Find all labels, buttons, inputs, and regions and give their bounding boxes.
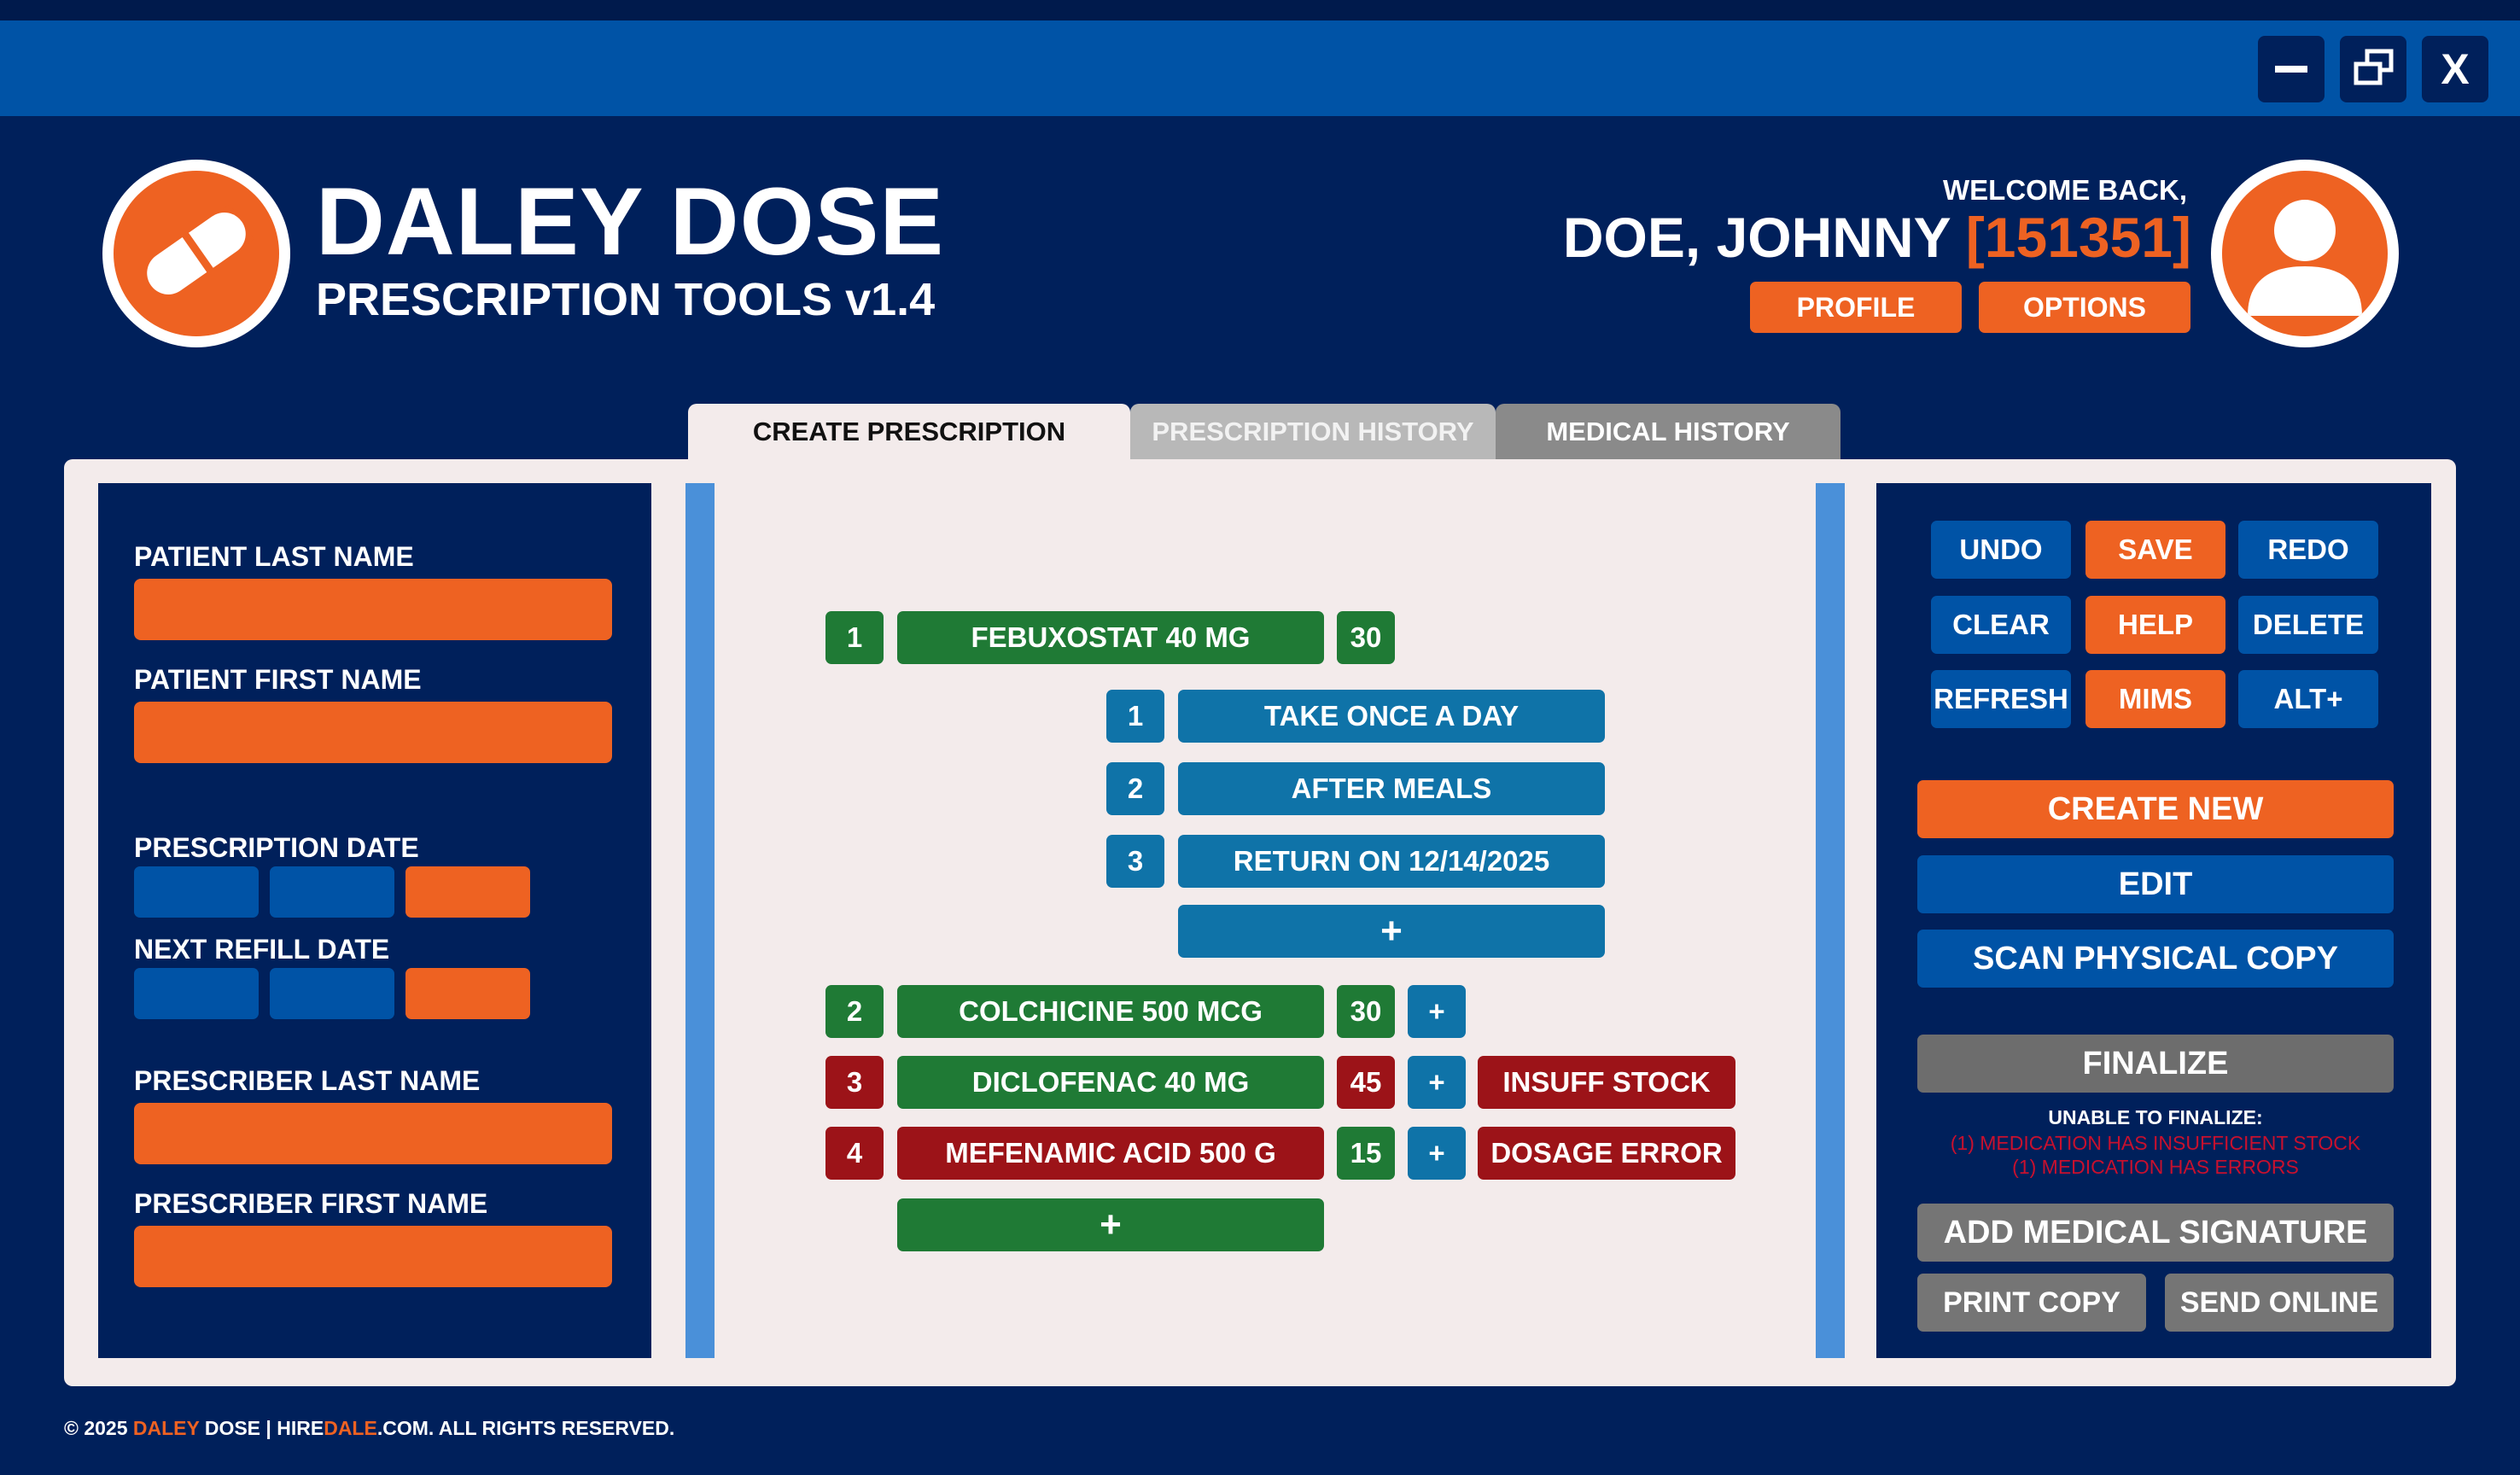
add-medication-button[interactable]: + <box>897 1198 1324 1251</box>
med-number: 2 <box>825 985 884 1038</box>
prescription-date-month[interactable] <box>134 866 259 918</box>
error-badge[interactable]: INSUFF STOCK <box>1478 1056 1735 1109</box>
med-number: 4 <box>825 1127 884 1180</box>
edit-button[interactable]: EDIT <box>1917 855 2394 913</box>
help-button[interactable]: HELP <box>2085 596 2225 654</box>
print-copy-button[interactable]: PRINT COPY <box>1917 1274 2146 1332</box>
restore-icon <box>2354 49 2394 85</box>
add-instruction-button[interactable]: + <box>1408 985 1466 1038</box>
refresh-button[interactable]: REFRESH <box>1931 670 2071 728</box>
save-button[interactable]: SAVE <box>2085 521 2225 579</box>
refill-date-month[interactable] <box>134 968 259 1019</box>
finalize-error-item: (1) MEDICATION HAS INSUFFICIENT STOCK <box>1950 1132 2361 1154</box>
next-refill-date-label: NEXT REFILL DATE <box>134 934 390 965</box>
instruction-text[interactable]: TAKE ONCE A DAY <box>1178 690 1605 743</box>
app-subtitle: PRESCRIPTION TOOLS v1.4 <box>316 274 936 325</box>
tab-medical-history[interactable]: MEDICAL HISTORY <box>1496 404 1840 460</box>
prescriber-last-name-label: PRESCRIBER LAST NAME <box>134 1065 481 1096</box>
finalize-button[interactable]: FINALIZE <box>1917 1035 2394 1093</box>
patient-last-name-label: PATIENT LAST NAME <box>134 541 414 572</box>
footer: © 2025 DALEY DOSE | HIREDALE.COM. ALL RI… <box>64 1417 674 1440</box>
user-name-text: DOE, JOHNNY <box>1562 206 1951 269</box>
patient-first-name-label: PATIENT FIRST NAME <box>134 664 422 695</box>
pill-icon <box>114 171 279 336</box>
refill-date-day[interactable] <box>270 968 394 1019</box>
med-name[interactable]: MEFENAMIC ACID 500 G <box>897 1127 1324 1180</box>
prescriber-first-name-label: PRESCRIBER FIRST NAME <box>134 1188 488 1219</box>
patient-first-name-field[interactable] <box>134 702 612 763</box>
add-instruction-button[interactable]: + <box>1178 905 1605 958</box>
close-button[interactable]: X <box>2422 36 2488 102</box>
prescriber-first-name-field[interactable] <box>134 1226 612 1287</box>
instruction-text[interactable]: RETURN ON 12/14/2025 <box>1178 835 1605 888</box>
prescription-date-label: PRESCRIPTION DATE <box>134 832 419 863</box>
patient-last-name-field[interactable] <box>134 579 612 640</box>
tab-create-prescription[interactable]: CREATE PRESCRIPTION <box>688 404 1130 460</box>
footer-brand-daley: DALEY <box>132 1417 200 1439</box>
profile-button[interactable]: PROFILE <box>1750 282 1962 333</box>
undo-button[interactable]: UNDO <box>1931 521 2071 579</box>
scan-physical-copy-button[interactable]: SCAN PHYSICAL COPY <box>1917 930 2394 988</box>
med-quantity[interactable]: 45 <box>1337 1056 1395 1109</box>
footer-rights: .COM. ALL RIGHTS RESERVED. <box>376 1417 675 1439</box>
minimize-button[interactable] <box>2258 36 2325 102</box>
med-name[interactable]: FEBUXOSTAT 40 MG <box>897 611 1324 664</box>
med-number: 1 <box>825 611 884 664</box>
restore-button[interactable] <box>2340 36 2406 102</box>
add-medical-signature-button[interactable]: ADD MEDICAL SIGNATURE <box>1917 1204 2394 1262</box>
redo-button[interactable]: REDO <box>2238 521 2378 579</box>
prescriber-last-name-field[interactable] <box>134 1103 612 1164</box>
instruction-number: 3 <box>1106 835 1164 888</box>
tab-prescription-history[interactable]: PRESCRIPTION HISTORY <box>1130 404 1496 460</box>
left-scrollbar[interactable] <box>685 483 715 1358</box>
user-id: [151351] <box>1965 206 2191 269</box>
error-badge[interactable]: DOSAGE ERROR <box>1478 1127 1735 1180</box>
create-new-button[interactable]: CREATE NEW <box>1917 780 2394 838</box>
med-number: 3 <box>825 1056 884 1109</box>
alt-button[interactable]: ALT+ <box>2238 670 2378 728</box>
instruction-text[interactable]: AFTER MEALS <box>1178 762 1605 815</box>
med-quantity[interactable]: 30 <box>1337 611 1395 664</box>
footer-brand-rest: DOSE | HIRE <box>199 1417 324 1439</box>
med-quantity[interactable]: 15 <box>1337 1127 1395 1180</box>
delete-button[interactable]: DELETE <box>2238 596 2378 654</box>
mims-button[interactable]: MIMS <box>2085 670 2225 728</box>
footer-link-dale[interactable]: DALE <box>324 1417 377 1439</box>
prescription-date-year[interactable] <box>405 866 530 918</box>
instruction-number: 2 <box>1106 762 1164 815</box>
user-avatar-icon <box>2222 171 2388 336</box>
title-bar[interactable] <box>0 20 2520 116</box>
welcome-text: WELCOME BACK, <box>1943 174 2187 206</box>
copyright-text: © 2025 <box>64 1417 133 1439</box>
options-button[interactable]: OPTIONS <box>1979 282 2190 333</box>
instruction-number: 1 <box>1106 690 1164 743</box>
add-instruction-button[interactable]: + <box>1408 1056 1466 1109</box>
clear-button[interactable]: CLEAR <box>1931 596 2071 654</box>
finalize-error-title: UNABLE TO FINALIZE: <box>2048 1106 2263 1128</box>
add-instruction-button[interactable]: + <box>1408 1127 1466 1180</box>
refill-date-year[interactable] <box>405 968 530 1019</box>
right-scrollbar[interactable] <box>1816 483 1845 1358</box>
med-name[interactable]: COLCHICINE 500 MCG <box>897 985 1324 1038</box>
send-online-button[interactable]: SEND ONLINE <box>2165 1274 2394 1332</box>
med-quantity[interactable]: 30 <box>1337 985 1395 1038</box>
minimize-icon <box>2275 66 2307 73</box>
close-icon: X <box>2441 45 2470 93</box>
top-strip <box>0 0 2520 20</box>
finalize-error-item: (1) MEDICATION HAS ERRORS <box>2012 1156 2299 1178</box>
app-title: DALEY DOSE <box>316 168 945 275</box>
user-name: DOE, JOHNNY [151351] <box>1563 205 2191 270</box>
prescription-date-day[interactable] <box>270 866 394 918</box>
med-name[interactable]: DICLOFENAC 40 MG <box>897 1056 1324 1109</box>
